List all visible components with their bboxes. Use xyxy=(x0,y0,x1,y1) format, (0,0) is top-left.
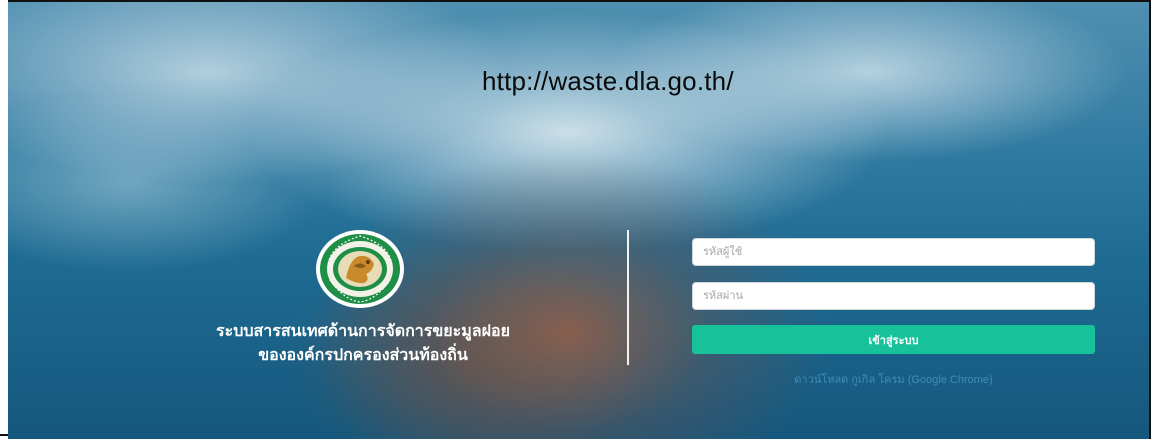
dla-seal-emblem-icon xyxy=(316,230,404,308)
system-title-line2: ขององค์กรปกครองส่วนท้องถิ่น xyxy=(258,347,468,364)
login-page-background: http://waste.dla.go.th/ ระบบสารสนเทศด้าน… xyxy=(8,0,1151,439)
system-title: ระบบสารสนเทศด้านการจัดการขยะมูลฝอย ขององ… xyxy=(198,320,528,368)
password-input[interactable] xyxy=(692,282,1095,310)
bottom-left-mark xyxy=(0,434,8,436)
vertical-divider xyxy=(627,230,629,365)
system-title-line1: ระบบสารสนเทศด้านการจัดการขยะมูลฝอย xyxy=(216,323,510,340)
download-chrome-link[interactable]: ดาวน์โหลด กูเกิล โครม (Google Chrome) xyxy=(692,370,1095,388)
left-margin xyxy=(0,0,8,441)
login-button[interactable]: เข้าสู่ระบบ xyxy=(692,325,1095,354)
site-url-text: http://waste.dla.go.th/ xyxy=(482,66,734,96)
username-input[interactable] xyxy=(692,238,1095,266)
